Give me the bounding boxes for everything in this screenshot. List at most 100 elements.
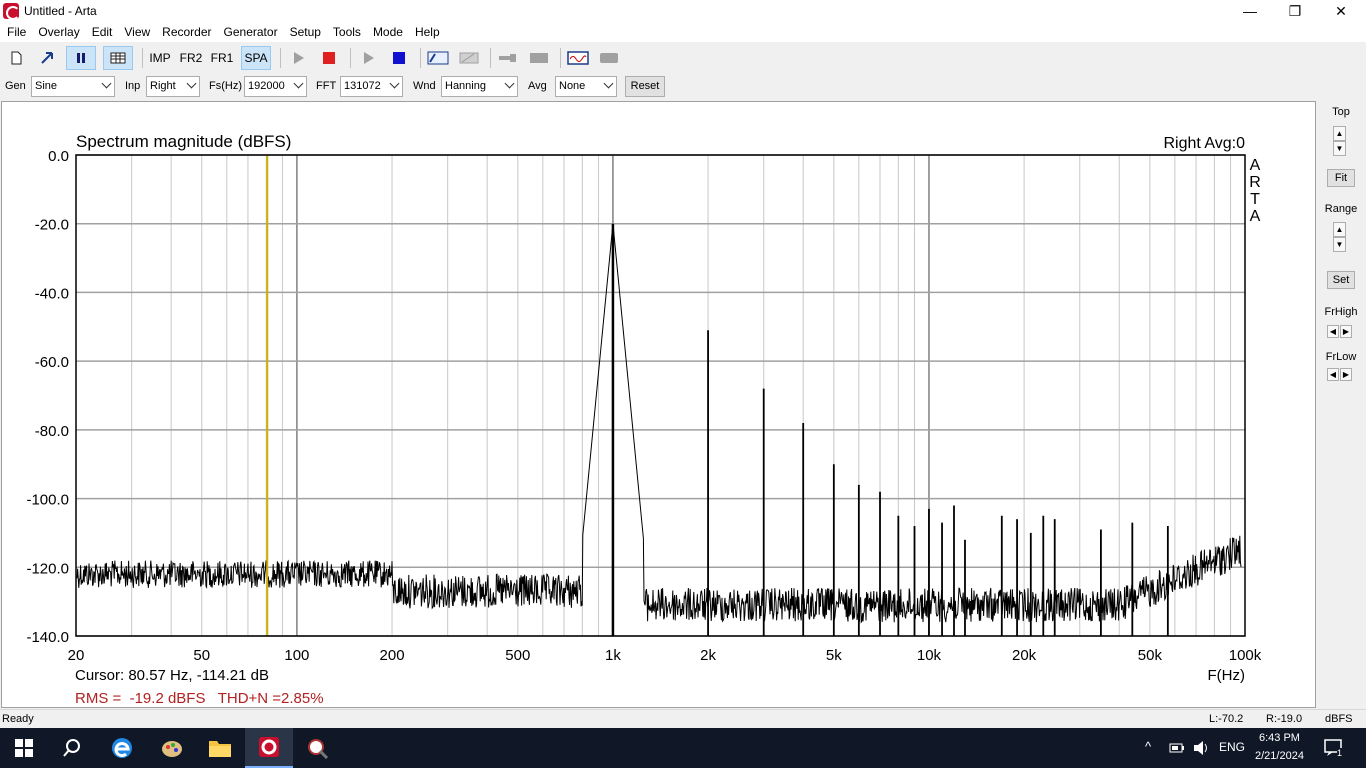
imp-button[interactable]: IMP <box>148 46 172 70</box>
record-stop-icon[interactable] <box>317 46 341 70</box>
status-bar: Ready L:-70.2 R:-19.0 dBFS <box>0 709 1366 728</box>
fft-label: FFT <box>316 80 337 92</box>
window-value: Hanning <box>445 80 486 92</box>
menu-generator[interactable]: Generator <box>217 25 283 39</box>
chevron-down-icon <box>603 78 614 89</box>
clock-date[interactable]: 2/21/2024 <box>1255 750 1304 762</box>
y-tick-label: -20.0 <box>35 217 69 234</box>
paint-app-icon[interactable] <box>148 728 196 768</box>
status-text: Ready <box>2 713 34 725</box>
frlow-right-spinner[interactable]: ▶ <box>1340 368 1352 381</box>
stop-icon[interactable] <box>387 46 411 70</box>
average-select[interactable]: None <box>555 76 617 97</box>
toolbar-separator <box>280 48 281 68</box>
top-up-spinner[interactable]: ▲ <box>1333 126 1346 141</box>
menu-view[interactable]: View <box>117 25 155 39</box>
top-label: Top <box>1332 106 1350 118</box>
set-button[interactable]: Set <box>1327 271 1355 289</box>
x-tick-label: 200 <box>380 647 405 664</box>
x-tick-label: 500 <box>505 647 530 664</box>
tool-app-icon[interactable] <box>294 728 342 768</box>
spectrum-chart[interactable]: 0.0 -20.0 -40.0 -60.0 -80.0 -100.0 -120.0 -140.… <box>2 102 1315 707</box>
frhigh-left-spinner[interactable]: ◀ <box>1327 325 1339 338</box>
battery-icon[interactable] <box>1169 742 1185 754</box>
frlow-left-spinner[interactable]: ◀ <box>1327 368 1339 381</box>
search-icon[interactable] <box>48 728 96 768</box>
edge-browser-icon[interactable] <box>98 728 146 768</box>
pause-icon[interactable] <box>66 46 96 70</box>
fr2-button[interactable]: FR2 <box>179 46 203 70</box>
abc-icon[interactable] <box>426 46 450 70</box>
menu-help[interactable]: Help <box>408 25 445 39</box>
key-icon[interactable] <box>496 46 520 70</box>
edit-icon[interactable] <box>457 46 481 70</box>
open-icon[interactable] <box>35 46 59 70</box>
frhigh-right-spinner[interactable]: ▶ <box>1340 325 1352 338</box>
top-down-spinner[interactable]: ▼ <box>1333 141 1346 156</box>
menu-mode[interactable]: Mode <box>366 25 408 39</box>
fr1-button[interactable]: FR1 <box>210 46 234 70</box>
x-tick-label: 50 <box>193 647 210 664</box>
x-tick-label: 100k <box>1229 647 1262 664</box>
toolbar-separator <box>350 48 351 68</box>
chevron-down-icon <box>389 78 400 89</box>
menu-setup[interactable]: Setup <box>283 25 326 39</box>
file-explorer-icon[interactable] <box>196 728 244 768</box>
fft-size-select[interactable]: 131072 <box>340 76 403 97</box>
rect-icon[interactable] <box>597 46 621 70</box>
chevron-down-icon <box>504 78 515 89</box>
menu-recorder[interactable]: Recorder <box>155 25 216 39</box>
fit-button[interactable]: Fit <box>1327 169 1355 187</box>
toolbar: IMP FR2 FR1 SPA <box>0 44 1366 72</box>
minimize-button[interactable]: — <box>1227 0 1273 22</box>
window-title: Untitled - Arta <box>24 4 97 18</box>
arta-taskbar-icon[interactable] <box>245 728 293 768</box>
reset-button[interactable]: Reset <box>625 76 665 97</box>
range-down-spinner[interactable]: ▼ <box>1333 237 1346 252</box>
range-up-spinner[interactable]: ▲ <box>1333 222 1346 237</box>
y-tick-label: -60.0 <box>35 354 69 371</box>
samplerate-select[interactable]: 192000 <box>244 76 307 97</box>
input-select[interactable]: Right <box>146 76 200 97</box>
y-tick-label: -80.0 <box>35 423 69 440</box>
menu-file[interactable]: File <box>0 25 31 39</box>
start-button[interactable] <box>0 728 48 768</box>
notification-count: 1 <box>1337 748 1343 758</box>
fft-size-value: 131072 <box>344 80 381 92</box>
x-tick-label: 50k <box>1138 647 1163 664</box>
right-level-readout: R:-19.0 <box>1266 713 1303 725</box>
menu-edit[interactable]: Edit <box>85 25 118 39</box>
average-value: None <box>559 80 586 92</box>
toolbar-separator <box>420 48 421 68</box>
y-tick-label: -120.0 <box>26 560 69 577</box>
maximize-button[interactable]: ❐ <box>1272 0 1318 22</box>
generator-select[interactable]: Sine <box>31 76 115 97</box>
chevron-up-icon[interactable]: ^ <box>1145 739 1151 754</box>
chevron-down-icon <box>293 78 304 89</box>
window-select[interactable]: Hanning <box>441 76 518 97</box>
table-icon[interactable] <box>103 46 133 70</box>
arta-app-icon <box>3 3 20 20</box>
toolbar-separator <box>490 48 491 68</box>
spectrum-plot-panel[interactable]: 0.0 -20.0 -40.0 -60.0 -80.0 -100.0 -120.0 -140.… <box>1 101 1316 708</box>
spa-button[interactable]: SPA <box>241 46 271 70</box>
clock-time[interactable]: 6:43 PM <box>1259 732 1300 744</box>
play-icon[interactable] <box>286 46 310 70</box>
volume-icon[interactable] <box>1192 740 1210 756</box>
new-doc-icon[interactable] <box>4 46 28 70</box>
rect-icon[interactable] <box>527 46 551 70</box>
generator-value: Sine <box>35 80 58 92</box>
right-control-panel: Top ▲ ▼ Fit Range ▲ ▼ Set FrHigh ◀ ▶ FrL… <box>1318 101 1366 708</box>
language-indicator[interactable]: ENG <box>1219 740 1245 754</box>
close-button[interactable]: ✕ <box>1318 0 1364 22</box>
wnd-label: Wnd <box>413 80 436 92</box>
rms-thd-readout: RMS = -19.2 dBFS THD+N =2.85% <box>75 690 324 707</box>
scope-icon[interactable] <box>566 46 590 70</box>
menu-tools[interactable]: Tools <box>326 25 366 39</box>
play-icon[interactable] <box>356 46 380 70</box>
inp-label: Inp <box>125 80 141 92</box>
menu-bar: File Overlay Edit View Recorder Generato… <box>0 22 1366 42</box>
x-tick-label: 100 <box>284 647 309 664</box>
watermark-letter: T <box>1250 191 1260 208</box>
menu-overlay[interactable]: Overlay <box>31 25 84 39</box>
